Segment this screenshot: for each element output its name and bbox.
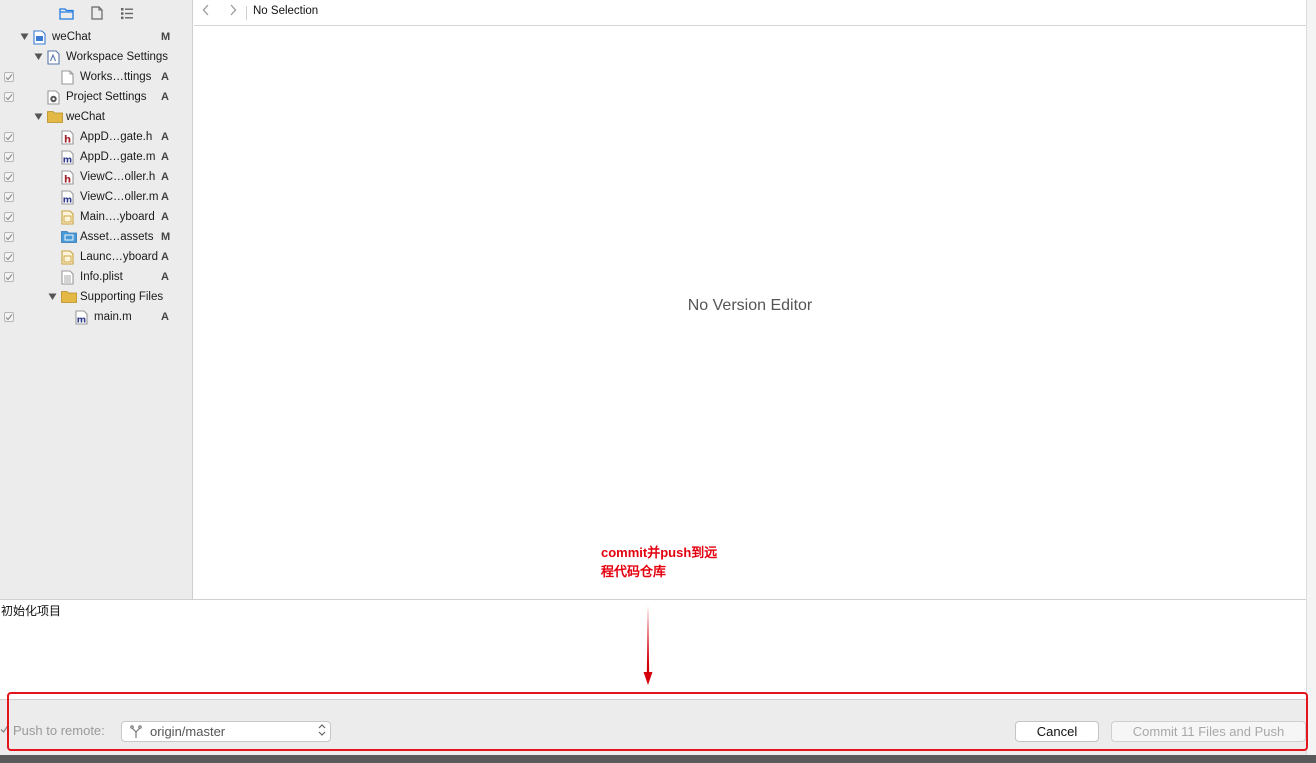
include-checkbox[interactable] [4, 92, 14, 102]
include-checkbox[interactable] [4, 172, 14, 182]
scm-status-badge: A [161, 151, 169, 163]
tree-row[interactable]: weChat [0, 107, 193, 127]
m-file-icon: m [61, 150, 74, 166]
include-checkbox[interactable] [4, 212, 14, 222]
tree-item-label: Workspace Settings [66, 51, 169, 63]
file-tree: weChat M Workspace Settings Works…ttings A Pr… [0, 27, 193, 327]
include-checkbox[interactable] [4, 312, 14, 322]
scm-status-badge: A [161, 71, 169, 83]
tree-item-label: Asset…assets [80, 231, 154, 243]
workspace-icon [47, 50, 60, 65]
tree-row[interactable]: h AppD…gate.h A [0, 127, 193, 147]
file-navigator: weChat M Workspace Settings Works…ttings A Pr… [0, 0, 193, 599]
jump-bar-area: No Selection [194, 0, 1306, 26]
scm-status-badge: A [161, 91, 169, 103]
commit-message-text[interactable]: 初始化项目 [1, 602, 61, 619]
navigator-toolbar [0, 0, 193, 26]
folder-icon [47, 110, 63, 125]
annotation-line-1: commit并push到远 [601, 545, 718, 560]
version-editor: No Version Editor [194, 27, 1306, 599]
tree-item-label: main.m [94, 311, 132, 323]
svg-text:m: m [63, 156, 72, 166]
scm-status-badge: A [161, 171, 169, 183]
tree-row[interactable]: Info.plist A [0, 267, 193, 287]
svg-text:m: m [77, 316, 86, 326]
include-checkbox[interactable] [4, 252, 14, 262]
include-checkbox[interactable] [4, 192, 14, 202]
tree-item-label: ViewC…oller.h [80, 171, 156, 183]
tree-item-label: ViewC…oller.m [80, 191, 159, 203]
svg-text:h: h [64, 135, 71, 146]
forward-icon[interactable] [226, 3, 240, 21]
tree-row[interactable]: Supporting Files [0, 287, 193, 307]
scm-status-badge: A [161, 311, 169, 323]
annotation-arrow [643, 605, 653, 685]
back-icon[interactable] [199, 3, 213, 21]
document-icon[interactable] [89, 5, 105, 21]
tree-row[interactable]: h ViewC…oller.h A [0, 167, 193, 187]
scm-status-badge: A [161, 251, 169, 263]
tree-item-label: AppD…gate.m [80, 151, 156, 163]
scm-status-badge: M [161, 31, 171, 43]
h-file-icon: h [61, 130, 74, 146]
tree-row[interactable]: Main….yboard A [0, 207, 193, 227]
storyboard-icon [61, 210, 74, 225]
plist-icon [61, 270, 74, 285]
tree-row[interactable]: Workspace Settings [0, 47, 193, 67]
tree-item-label: Launc…yboard [80, 251, 158, 263]
tree-row[interactable]: Asset…assets M [0, 227, 193, 247]
list-icon[interactable] [119, 5, 135, 21]
scm-status-badge: A [161, 131, 169, 143]
annotation-text: commit并push到远 程代码仓库 [601, 543, 717, 581]
tree-row[interactable]: Project Settings A [0, 87, 193, 107]
tree-row[interactable]: Works…ttings A [0, 67, 193, 87]
tree-row[interactable]: weChat M [0, 27, 193, 47]
include-checkbox[interactable] [4, 232, 14, 242]
include-checkbox[interactable] [4, 272, 14, 282]
tree-item-label: Project Settings [66, 91, 147, 103]
gear-file-icon [47, 90, 60, 105]
annotation-highlight-box [7, 692, 1308, 751]
tree-item-label: weChat [52, 31, 91, 43]
project-icon [33, 30, 46, 45]
window-edge [1306, 0, 1316, 763]
tree-item-label: Main….yboard [80, 211, 155, 223]
m-file-icon: m [61, 190, 74, 206]
tree-item-label: Works…ttings [80, 71, 152, 83]
scm-status-badge: A [161, 271, 169, 283]
scm-status-badge: A [161, 191, 169, 203]
tree-item-label: AppD…gate.h [80, 131, 153, 143]
blank-file-icon [61, 70, 74, 85]
h-file-icon: h [61, 170, 74, 186]
divider [246, 6, 247, 20]
include-checkbox[interactable] [4, 152, 14, 162]
storyboard-icon [61, 250, 74, 265]
tree-row[interactable]: m main.m A [0, 307, 193, 327]
include-checkbox[interactable] [4, 132, 14, 142]
svg-text:m: m [63, 196, 72, 206]
tree-row[interactable]: m ViewC…oller.m A [0, 187, 193, 207]
scm-status-badge: M [161, 231, 171, 243]
editor-placeholder: No Version Editor [687, 297, 813, 314]
svg-text:h: h [64, 175, 71, 186]
window-bottom-edge [0, 755, 1316, 763]
tree-item-label: weChat [66, 111, 105, 123]
tree-item-label: Info.plist [80, 271, 123, 283]
tree-row[interactable]: m AppD…gate.m A [0, 147, 193, 167]
include-checkbox[interactable] [4, 72, 14, 82]
tree-row[interactable]: Launc…yboard A [0, 247, 193, 267]
annotation-line-2: 程代码仓库 [601, 564, 667, 579]
assets-folder-icon [61, 230, 77, 245]
jump-bar-label[interactable]: No Selection [253, 5, 318, 17]
scm-status-badge: A [161, 211, 169, 223]
folder-icon [61, 290, 77, 305]
m-file-icon: m [75, 310, 88, 326]
folder-icon[interactable] [59, 5, 75, 21]
tree-item-label: Supporting Files [80, 291, 164, 303]
